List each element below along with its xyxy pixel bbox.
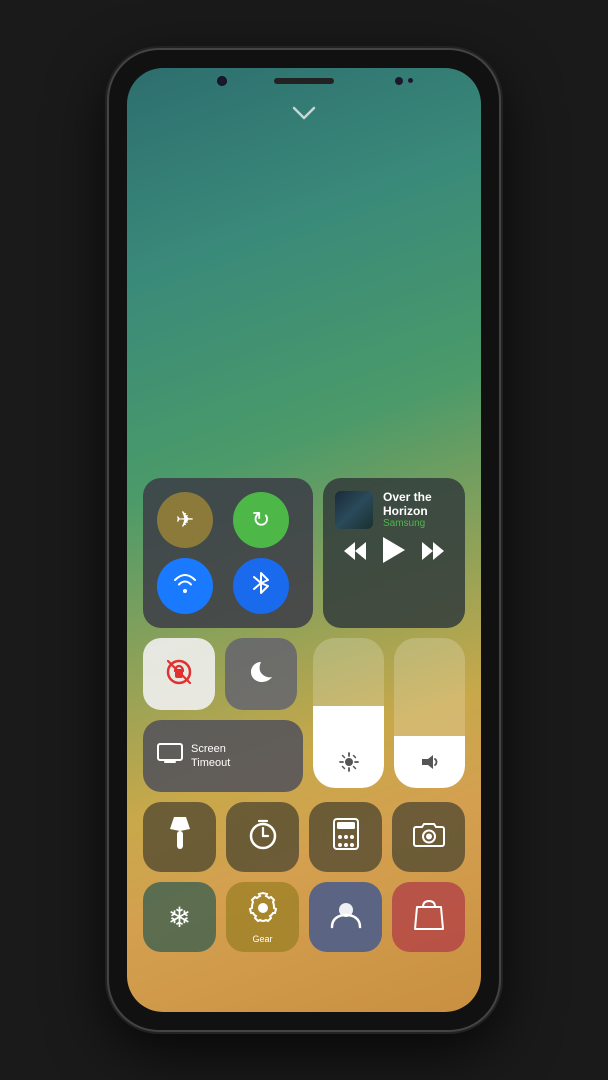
- volume-slider[interactable]: [394, 638, 465, 788]
- gear-app-button[interactable]: Gear: [226, 882, 299, 952]
- toggle-row-1: [143, 638, 303, 710]
- media-title: Over the Horizon: [383, 490, 453, 518]
- wifi-icon: [171, 569, 199, 603]
- lock-rotation-button[interactable]: [143, 638, 215, 710]
- snowflake-icon: ❄: [168, 901, 191, 934]
- airplane-icon: ✈: [176, 507, 194, 533]
- top-row: ✈ ↻: [143, 478, 465, 628]
- night-mode-button[interactable]: [225, 638, 297, 710]
- calculator-button[interactable]: [309, 802, 382, 872]
- phone-frame: ✈ ↻: [109, 50, 499, 1030]
- screen-timeout-icon: [157, 743, 183, 770]
- camera-button[interactable]: [392, 802, 465, 872]
- lock-rotation-icon: [163, 656, 195, 693]
- sliders-area: [313, 638, 465, 792]
- calculator-icon: [332, 817, 360, 858]
- brightness-slider[interactable]: [313, 638, 384, 788]
- gear-icon: [246, 891, 280, 932]
- media-prev-button[interactable]: [344, 542, 366, 565]
- contacts-icon: [329, 897, 363, 938]
- phone-screen: ✈ ↻: [127, 68, 481, 1012]
- rotation-lock-button[interactable]: ↻: [233, 492, 289, 548]
- volume-icon: [420, 752, 440, 776]
- moon-icon: [247, 658, 275, 691]
- iris-scanner: [395, 77, 403, 85]
- connectivity-panel: ✈ ↻: [143, 478, 313, 628]
- quick-toggles: ScreenTimeout: [143, 638, 303, 792]
- shop-app-button[interactable]: [392, 882, 465, 952]
- bluetooth-icon: [250, 569, 272, 603]
- front-camera: [217, 76, 227, 86]
- brightness-icon: [339, 752, 359, 776]
- sensor-dot: [408, 78, 413, 83]
- top-bar: [127, 68, 481, 98]
- mid-section: ScreenTimeout: [143, 638, 465, 792]
- screen-timeout-button[interactable]: ScreenTimeout: [143, 720, 303, 792]
- timer-button[interactable]: [226, 802, 299, 872]
- utility-row: [143, 802, 465, 872]
- media-player-panel: Over the Horizon Samsung: [323, 478, 465, 628]
- app-row: ❄ Gear: [143, 882, 465, 952]
- flashlight-button[interactable]: [143, 802, 216, 872]
- screen-timeout-label: ScreenTimeout: [191, 742, 230, 771]
- rotation-icon: ↻: [252, 507, 270, 533]
- gear-app-label: Gear: [252, 934, 272, 944]
- shop-icon: [413, 897, 445, 938]
- airplane-mode-button[interactable]: ✈: [157, 492, 213, 548]
- control-center: ✈ ↻: [143, 478, 465, 952]
- timer-icon: [247, 818, 279, 857]
- chevron-down-icon[interactable]: [292, 106, 316, 123]
- media-info: Over the Horizon Samsung: [383, 490, 453, 529]
- wifi-button[interactable]: [157, 558, 213, 614]
- contacts-app-button[interactable]: [309, 882, 382, 952]
- media-controls: [335, 537, 453, 569]
- media-info-row: Over the Horizon Samsung: [335, 490, 453, 529]
- flashlight-icon: [166, 817, 194, 858]
- media-next-button[interactable]: [422, 542, 444, 565]
- album-art: [335, 491, 373, 529]
- speaker: [274, 78, 334, 84]
- bluetooth-button[interactable]: [233, 558, 289, 614]
- media-artist: Samsung: [383, 518, 453, 529]
- bixby-app-button[interactable]: ❄: [143, 882, 216, 952]
- camera-icon: [412, 820, 446, 855]
- media-play-button[interactable]: [383, 537, 405, 569]
